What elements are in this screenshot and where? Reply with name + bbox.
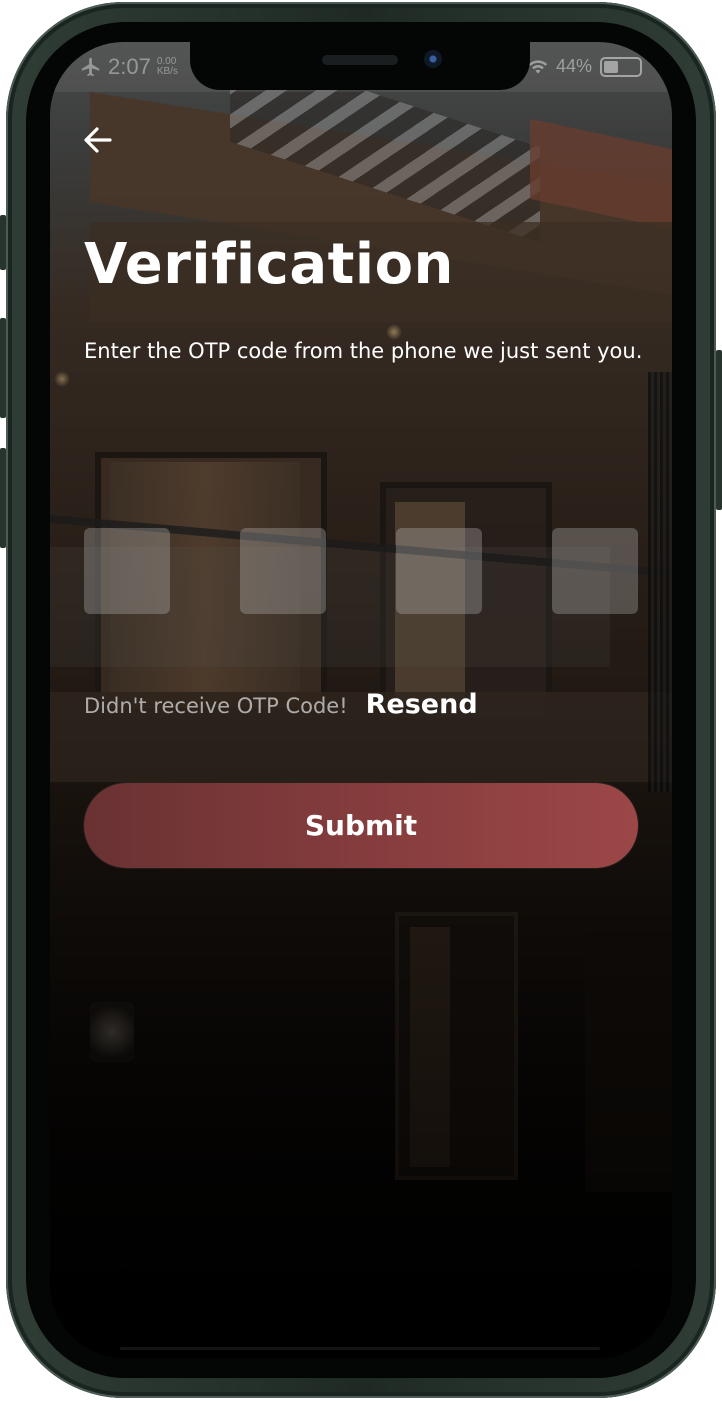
submit-button[interactable]: Submit — [84, 783, 638, 868]
volume-up-button — [0, 318, 6, 418]
otp-digit-1[interactable] — [84, 528, 170, 614]
status-right: 44% — [528, 56, 642, 77]
page-title: Verification — [84, 232, 454, 297]
network-speed: 0.00 KB/s — [156, 56, 178, 77]
resend-link[interactable]: Resend — [366, 689, 478, 720]
front-camera — [424, 50, 442, 68]
resend-prompt: Didn't receive OTP Code! — [84, 694, 348, 718]
wifi-icon — [528, 59, 548, 74]
battery-percent: 44% — [555, 56, 592, 76]
arrow-left-icon[interactable] — [80, 122, 116, 158]
otp-digit-3[interactable] — [396, 528, 482, 614]
speaker-grille — [322, 55, 398, 65]
airplane-icon — [81, 57, 100, 77]
status-time: 2:07 — [108, 54, 151, 79]
otp-input-group — [84, 528, 639, 614]
notch — [190, 42, 530, 90]
app-screen: 2:07 0.00 KB/s 44% Verification Enter th… — [50, 42, 672, 1358]
mute-switch — [0, 215, 6, 270]
otp-digit-4[interactable] — [552, 528, 638, 614]
home-indicator — [120, 1347, 600, 1350]
volume-down-button — [0, 448, 6, 548]
page-subtitle: Enter the OTP code from the phone we jus… — [84, 339, 643, 363]
otp-digit-2[interactable] — [240, 528, 326, 614]
status-left: 2:07 0.00 KB/s — [80, 54, 178, 80]
resend-row: Didn't receive OTP Code! Resend — [84, 689, 478, 720]
battery-icon — [600, 56, 642, 77]
power-button — [716, 350, 722, 510]
